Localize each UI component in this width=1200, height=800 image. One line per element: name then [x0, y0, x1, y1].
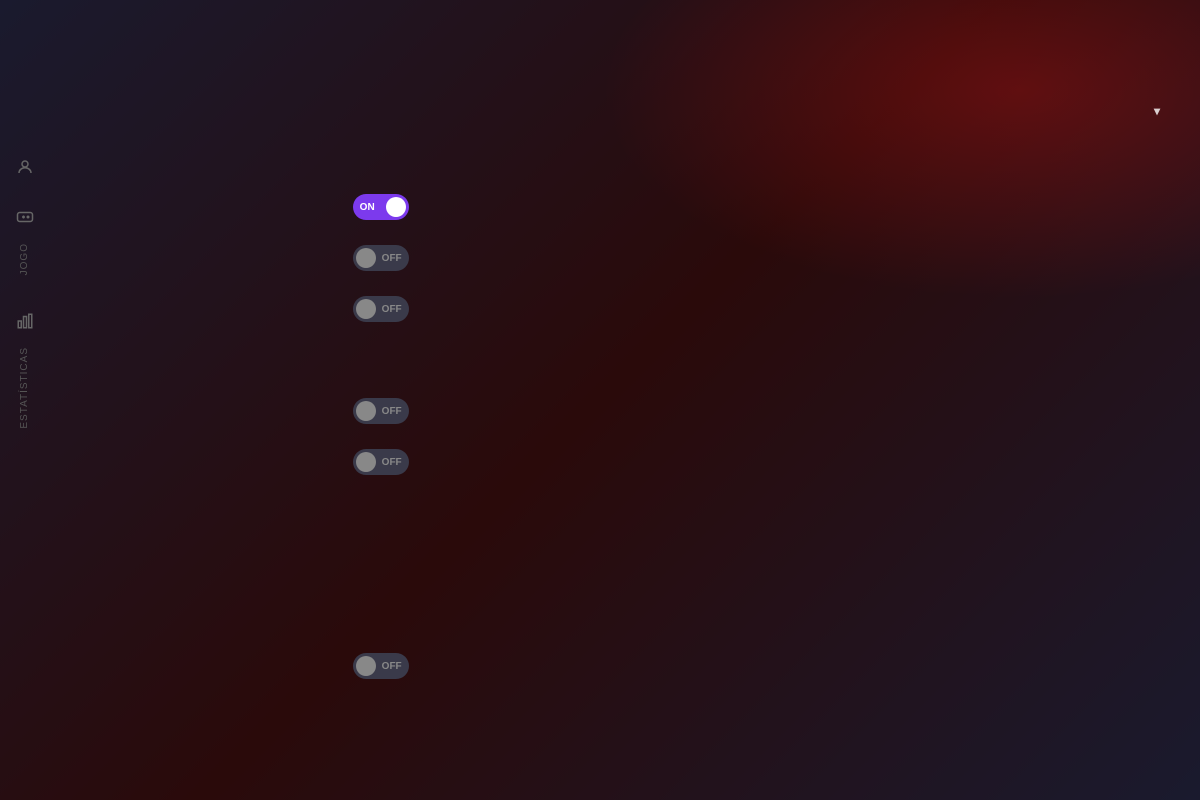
- toggle-on[interactable]: ON: [353, 194, 409, 220]
- toggle-off[interactable]: OFF: [353, 245, 409, 271]
- toggle-off[interactable]: OFF: [353, 449, 409, 475]
- sidebar-stats-label: Estatísticas: [19, 347, 30, 429]
- sidebar-jogo-label: Jogo: [19, 243, 30, 275]
- sidebar-item-stats[interactable]: [7, 303, 43, 339]
- toggle-off[interactable]: OFF: [353, 296, 409, 322]
- sidebar-item-game[interactable]: [7, 199, 43, 235]
- toggle-off[interactable]: OFF: [353, 653, 409, 679]
- sidebar-item-user[interactable]: [7, 149, 43, 185]
- play-caret-icon: ▾: [1154, 104, 1160, 118]
- toggle-off[interactable]: OFF: [353, 398, 409, 424]
